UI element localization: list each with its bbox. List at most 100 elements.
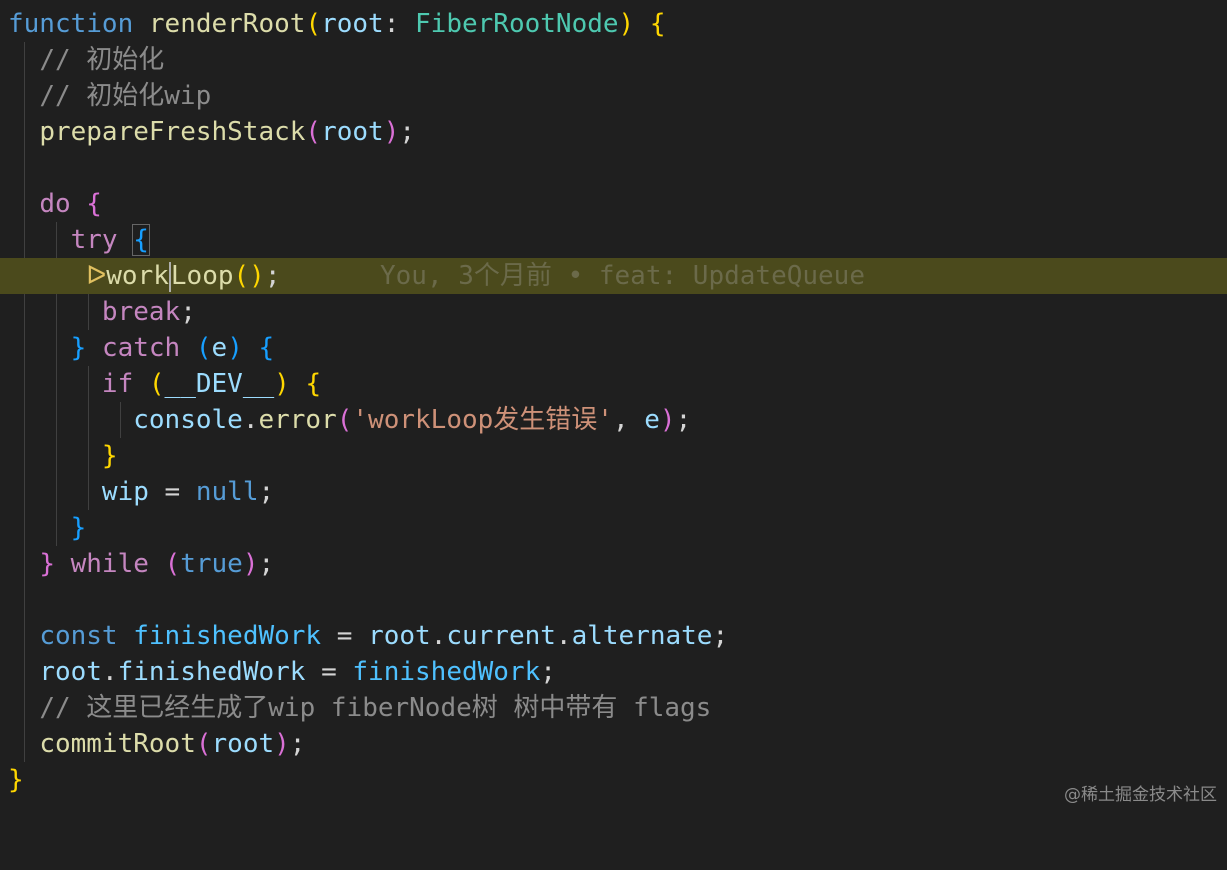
punctuation: ; — [399, 117, 416, 147]
punctuation: . — [555, 621, 572, 651]
object-name: root — [39, 657, 102, 687]
punctuation: ; — [540, 657, 556, 687]
code-line[interactable]: function renderRoot(root: FiberRootNode)… — [0, 6, 1227, 42]
code-line[interactable]: root.finishedWork = finishedWork; — [0, 654, 1227, 690]
string-literal: 'workLoop发生错误' — [352, 405, 613, 435]
punctuation: . — [101, 657, 118, 687]
bracket: ) — [227, 333, 243, 363]
variable: wip — [101, 477, 149, 507]
bracket: ( — [305, 117, 322, 147]
function-call: error — [258, 405, 337, 435]
code-line[interactable]: } — [0, 438, 1227, 474]
bracket: ( — [336, 405, 353, 435]
git-blame-annotation[interactable]: You, 3个月前 • feat: UpdateQueue — [380, 258, 865, 294]
code-line[interactable]: } — [0, 762, 1227, 798]
function-name: renderRoot — [148, 9, 306, 39]
keyword: catch — [101, 333, 181, 363]
object-name: root — [368, 621, 431, 651]
bracket: { — [649, 9, 666, 39]
punctuation: ; — [258, 549, 275, 579]
keyword: while — [70, 549, 149, 579]
bracket: ( — [195, 729, 212, 759]
property: current — [446, 621, 556, 651]
bracket: } — [101, 441, 118, 471]
object-name: console — [133, 405, 243, 435]
code-line-highlighted[interactable]: ᐅworkLoop(); You, 3个月前 • feat: UpdateQue… — [0, 258, 1227, 294]
code-line[interactable]: break; — [0, 294, 1227, 330]
property: alternate — [571, 621, 713, 651]
bracket: ) — [274, 729, 290, 759]
bracket: ( — [164, 549, 181, 579]
punctuation: . — [242, 405, 259, 435]
punctuation: . — [430, 621, 447, 651]
bracket: } — [70, 513, 87, 543]
type-name: FiberRootNode — [415, 9, 619, 39]
punctuation: ; — [264, 261, 281, 291]
bracket: ( — [148, 369, 165, 399]
constant-name: finishedWork — [352, 657, 541, 687]
keyword: const — [39, 621, 118, 651]
code-line[interactable]: console.error('workLoop发生错误', e); — [0, 402, 1227, 438]
keyword: true — [180, 549, 243, 579]
code-line[interactable]: // 初始化wip — [0, 78, 1227, 114]
parameter: e — [211, 333, 228, 363]
bracket: ) — [274, 369, 290, 399]
code-line[interactable]: if (__DEV__) { — [0, 366, 1227, 402]
code-line[interactable]: const finishedWork = root.current.altern… — [0, 618, 1227, 654]
bracket: { — [258, 333, 275, 363]
code-line[interactable]: try { — [0, 222, 1227, 258]
constant-name: finishedWork — [133, 621, 322, 651]
identifier: __DEV__ — [164, 369, 275, 399]
punctuation: ; — [289, 729, 306, 759]
parameter: root — [321, 9, 384, 39]
code-line[interactable]: // 这里已经生成了wip fiberNode树 树中带有 flags — [0, 690, 1227, 726]
function-call: Loop — [170, 261, 234, 291]
bracket: () — [233, 261, 265, 291]
code-line[interactable]: } catch (e) { — [0, 330, 1227, 366]
function-call: prepareFreshStack — [39, 117, 306, 147]
code-line[interactable]: wip = null; — [0, 474, 1227, 510]
punctuation: ; — [258, 477, 275, 507]
bracket: { — [305, 369, 322, 399]
bracket: ( — [195, 333, 212, 363]
argument: root — [321, 117, 384, 147]
bracket: } — [70, 333, 87, 363]
punctuation: ; — [675, 405, 692, 435]
keyword: if — [101, 369, 134, 399]
comment: // 初始化wip — [39, 81, 212, 111]
code-line[interactable]: } — [0, 510, 1227, 546]
punctuation: ; — [712, 621, 729, 651]
punctuation: ; — [180, 297, 196, 327]
operator: = — [305, 657, 353, 687]
comment: // 这里已经生成了wip fiberNode树 树中带有 flags — [39, 693, 712, 723]
property: finishedWork — [117, 657, 306, 687]
argument: root — [211, 729, 275, 759]
code-line[interactable]: // 初始化 — [0, 42, 1227, 78]
keyword: null — [195, 477, 259, 507]
punctuation: , — [612, 405, 645, 435]
watermark: @稀土掘金技术社区 — [1064, 785, 1217, 805]
comment: // 初始化 — [39, 45, 165, 75]
punctuation: : — [383, 9, 416, 39]
argument: e — [644, 405, 660, 435]
function-call: commitRoot — [39, 729, 196, 759]
bracket: ) — [659, 405, 676, 435]
operator: = — [321, 621, 369, 651]
bracket: ) — [242, 549, 259, 579]
code-line[interactable]: do { — [0, 186, 1227, 222]
bracket: } — [8, 765, 24, 795]
bracket: { — [132, 224, 150, 256]
code-line[interactable]: commitRoot(root); — [0, 726, 1227, 762]
code-line[interactable]: prepareFreshStack(root); — [0, 114, 1227, 150]
keyword: try — [70, 225, 118, 255]
operator: = — [148, 477, 196, 507]
breakpoint-marker[interactable]: ᐅ — [86, 261, 106, 291]
code-line[interactable]: } while (true); — [0, 546, 1227, 582]
code-editor[interactable]: function renderRoot(root: FiberRootNode)… — [0, 0, 1227, 811]
keyword: do — [39, 189, 71, 219]
keyword: break — [101, 297, 181, 327]
bracket: ) — [618, 9, 635, 39]
bracket: } — [39, 549, 55, 579]
keyword: function — [8, 9, 134, 39]
bracket: ( — [305, 9, 322, 39]
